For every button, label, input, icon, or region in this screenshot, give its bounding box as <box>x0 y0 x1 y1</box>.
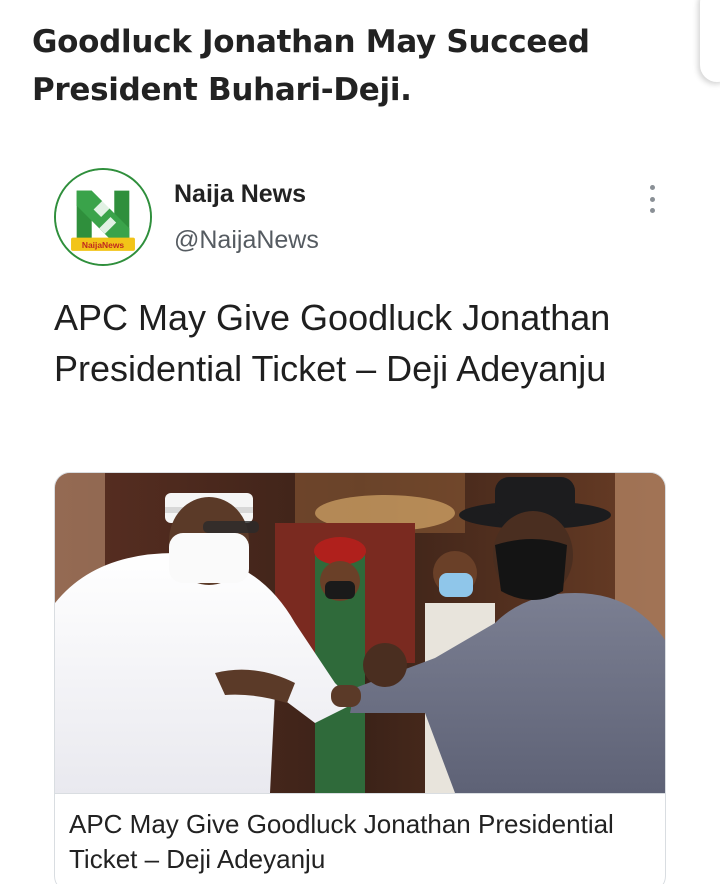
card-title[interactable]: APC May Give Goodluck Jonathan President… <box>69 807 659 877</box>
page-edge <box>700 0 720 82</box>
link-preview-card[interactable]: APC May Give Goodluck Jonathan President… <box>54 472 666 884</box>
card-divider <box>55 793 665 794</box>
tweet-text: APC May Give Goodluck Jonathan President… <box>54 297 611 389</box>
avatar[interactable]: NaijaNews <box>54 168 152 266</box>
card-photo <box>55 473 665 793</box>
article-headline: Goodluck Jonathan May Succeed President … <box>32 24 590 108</box>
more-options-button[interactable] <box>638 182 666 216</box>
avatar-badge-text: NaijaNews <box>82 240 125 250</box>
tweet-handle[interactable]: @NaijaNews <box>174 226 319 255</box>
tweet-display-name[interactable]: Naija News <box>174 180 306 209</box>
vertical-ellipsis-icon <box>649 185 655 190</box>
naija-news-logo-icon: NaijaNews <box>56 170 150 264</box>
